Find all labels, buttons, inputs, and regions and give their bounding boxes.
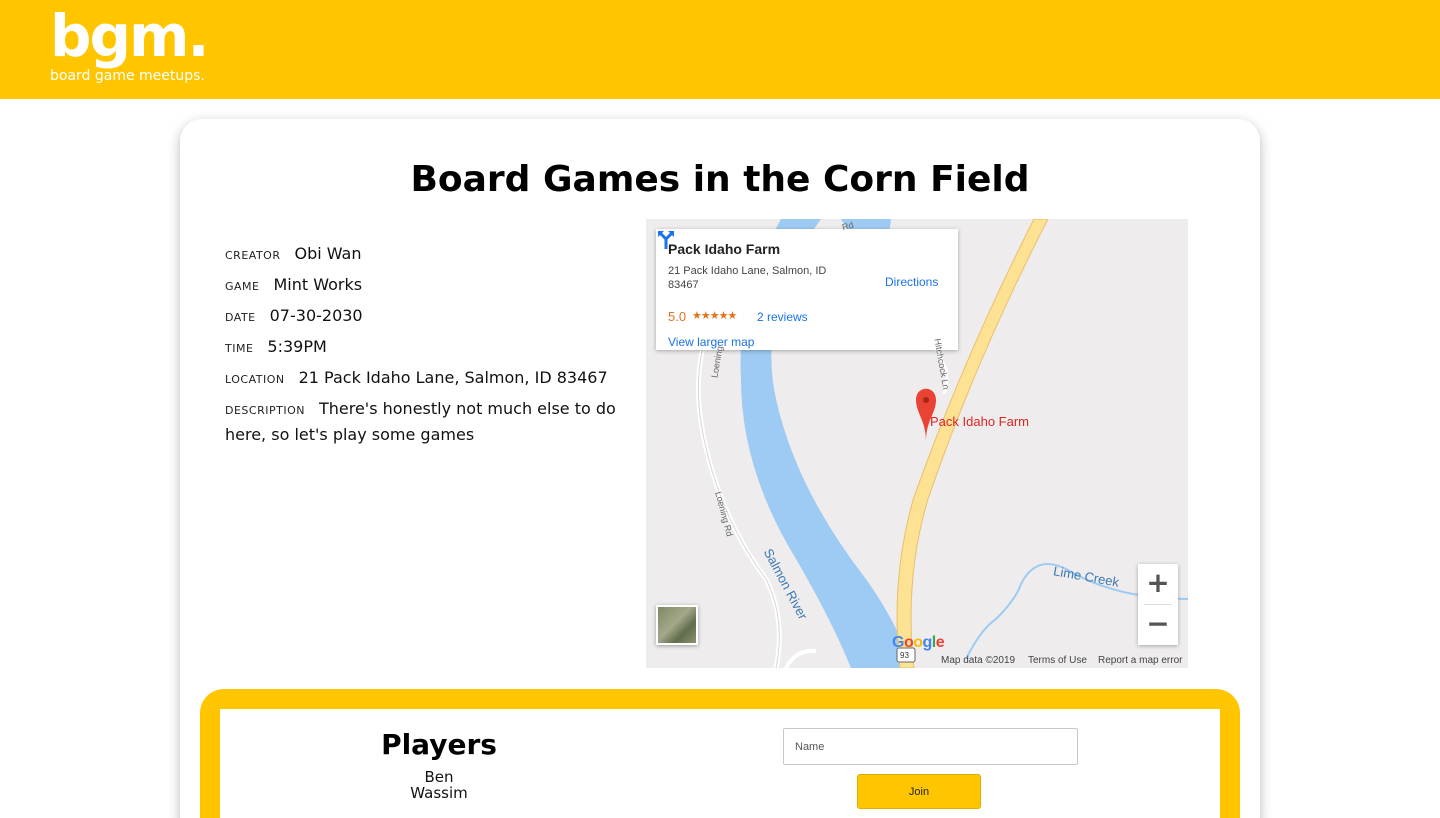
detail-location: LOCATION 21 Pack Idaho Lane, Salmon, ID 8… [225,366,620,392]
place-name: Pack Idaho Farm [668,241,781,257]
join-button[interactable]: Join [857,774,981,809]
detail-value: Obi Wan [294,244,362,263]
player-name: Ben [424,768,454,786]
location-map[interactable]: Pack Idaho Farm 21 Pack Idaho Lane, Salm… [646,219,1188,668]
top-bar: bgm. board game meetups. [0,0,1440,99]
event-details: CREATOR Obi Wan GAME Mint Works DATE 07-30-… [225,242,620,452]
logo-wordmark: bgm. [50,2,210,70]
rating-stars-icon: ★★★★★ [692,310,737,322]
pin-label: Pack Idaho Farm [930,414,1029,429]
map-data-attribution: Map data ©2019 [941,655,1016,666]
detail-description: DESCRIPTION There's honestly not much els… [225,397,620,447]
logo-tagline: board game meetups. [50,68,205,84]
detail-value: 5:39PM [267,337,327,356]
detail-label: LOCATION [225,373,285,386]
detail-label: GAME [225,280,260,293]
detail-label: TIME [225,342,254,355]
detail-value: 07-30-2030 [269,306,363,325]
detail-label: DESCRIPTION [225,404,305,417]
detail-value: Mint Works [273,275,363,294]
detail-label: CREATOR [225,249,281,262]
directions-icon[interactable] [656,229,676,249]
report-map-error-link[interactable]: Report a map error [1098,655,1182,666]
detail-date: DATE 07-30-2030 [225,304,620,330]
name-input[interactable] [783,728,1078,765]
google-logo[interactable]: Google [892,634,945,652]
zoom-control: + − [1138,564,1178,645]
view-larger-map-link[interactable]: View larger map [668,335,754,349]
zoom-in-button[interactable]: + [1138,564,1178,604]
detail-game: GAME Mint Works [225,273,620,299]
brand-logo[interactable]: bgm. board game meetups. [50,2,210,84]
place-rating: 5.0 [668,309,687,324]
reviews-link[interactable]: 2 reviews [757,310,808,324]
directions-link[interactable]: Directions [885,275,938,289]
detail-creator: CREATOR Obi Wan [225,242,620,268]
event-title: Board Games in the Corn Field [410,159,1030,200]
players-title: Players [381,728,497,761]
detail-label: DATE [225,311,256,324]
highway-shield: 93 [900,651,909,660]
place-address: 21 Pack Idaho Lane, Salmon, ID 83467 [668,265,827,291]
place-info-card: Pack Idaho Farm 21 Pack Idaho Lane, Salm… [656,229,958,350]
player-name: Wassim [410,784,468,802]
detail-time: TIME 5:39PM [225,335,620,361]
zoom-out-button[interactable]: − [1138,605,1178,645]
satellite-toggle-button[interactable] [656,605,698,645]
terms-link[interactable]: Terms of Use [1028,655,1087,666]
detail-value: 21 Pack Idaho Lane, Salmon, ID 83467 [298,368,608,387]
